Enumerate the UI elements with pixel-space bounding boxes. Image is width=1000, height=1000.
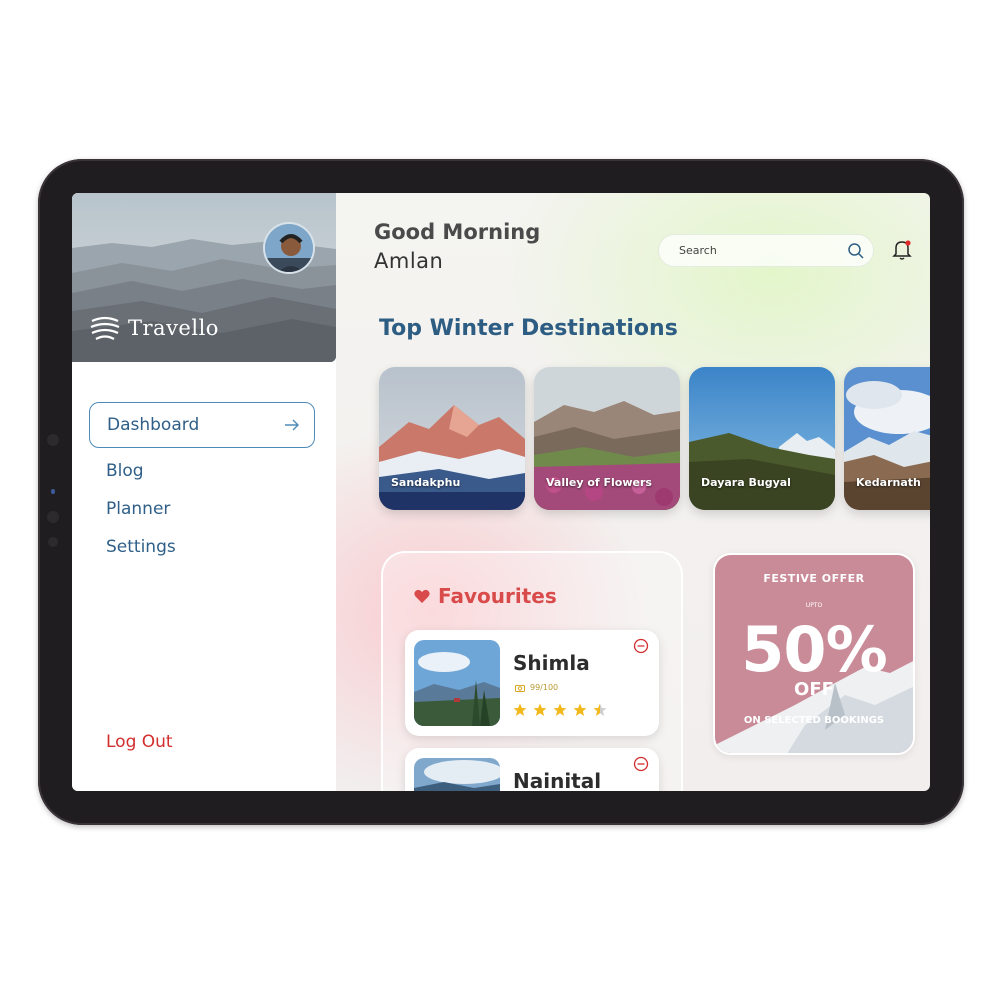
star-icon — [573, 703, 587, 716]
festive-offer-banner[interactable]: FESTIVE OFFER UPTO 50% OFF ON SELECTED B… — [713, 553, 915, 755]
destination-card[interactable]: Valley of Flowers — [534, 367, 680, 510]
search-input[interactable]: Search — [658, 234, 874, 267]
star-icon — [513, 703, 527, 716]
avatar[interactable] — [263, 222, 315, 274]
user-name: Amlan — [374, 249, 444, 273]
favourite-card[interactable]: Nainital — [405, 748, 659, 791]
favourite-thumbnail — [414, 640, 500, 726]
search-icon[interactable] — [847, 242, 865, 260]
remove-circle-icon[interactable] — [633, 638, 649, 654]
nav-item-label: Dashboard — [107, 415, 200, 435]
favourites-title: Favourites — [438, 584, 557, 608]
heart-icon — [414, 589, 430, 603]
side-button — [48, 537, 58, 547]
section-title-destinations: Top Winter Destinations — [379, 316, 678, 341]
offer-off: OFF — [794, 679, 834, 700]
logo-icon — [90, 316, 120, 340]
app-name: Travello — [128, 316, 219, 340]
logout-button[interactable]: Log Out — [106, 732, 173, 752]
nav-item-label: Blog — [106, 461, 144, 481]
destination-name: Valley of Flowers — [546, 476, 652, 489]
nav-item-label: Settings — [106, 537, 176, 557]
nav-item-blog[interactable]: Blog — [89, 452, 315, 490]
destination-card[interactable]: Sandakphu — [379, 367, 525, 510]
offer-upto: UPTO — [805, 602, 823, 609]
sidebar-nav: Dashboard Blog Planner Settings — [89, 402, 315, 566]
arrow-right-icon — [285, 419, 299, 431]
star-icon — [553, 703, 567, 716]
side-button — [47, 434, 59, 446]
favourite-name: Shimla — [513, 651, 590, 675]
offer-heading: FESTIVE OFFER — [763, 572, 865, 585]
app-logo: Travello — [88, 313, 219, 343]
side-button — [47, 511, 59, 523]
favourites-header: Favourites — [414, 584, 557, 608]
destination-name: Dayara Bugyal — [701, 476, 791, 489]
remove-circle-icon[interactable] — [633, 756, 649, 772]
sidebar-hero-image: Travello — [72, 193, 336, 362]
nav-item-planner[interactable]: Planner — [89, 490, 315, 528]
favourite-meta-text: 99/100 — [530, 683, 559, 692]
bell-icon[interactable] — [892, 239, 912, 261]
half-star-icon — [593, 703, 607, 716]
favourite-thumbnail — [414, 758, 500, 791]
destination-name: Sandakphu — [391, 476, 461, 489]
offer-note: ON SELECTED BOOKINGS — [743, 715, 885, 726]
destination-card[interactable]: Dayara Bugyal — [689, 367, 835, 510]
search-placeholder: Search — [679, 244, 717, 257]
camera-icon — [515, 684, 525, 692]
favourite-name: Nainital — [513, 769, 602, 791]
greeting: Good Morning — [374, 220, 541, 244]
indicator-light — [51, 489, 55, 494]
offer-percent: 50% — [741, 613, 887, 686]
app-screen: Travello Dashboard Blog Planner Settings… — [72, 193, 930, 791]
star-icon — [533, 703, 547, 716]
rating-stars — [513, 703, 607, 717]
nav-item-label: Planner — [106, 499, 171, 519]
sidebar: Travello Dashboard Blog Planner Settings… — [72, 193, 336, 791]
nav-item-settings[interactable]: Settings — [89, 528, 315, 566]
favourite-card[interactable]: Shimla 99/100 — [405, 630, 659, 736]
destination-card[interactable]: Kedarnath — [844, 367, 930, 510]
favourite-meta: 99/100 — [515, 683, 558, 692]
nav-item-dashboard[interactable]: Dashboard — [89, 402, 315, 448]
destination-name: Kedarnath — [856, 476, 921, 489]
